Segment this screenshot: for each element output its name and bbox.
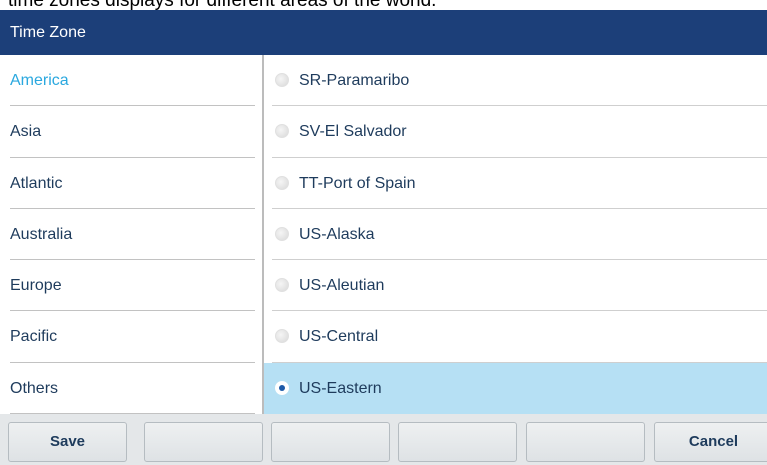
- region-item-australia[interactable]: Australia: [0, 209, 262, 261]
- timezone-label: SR-Paramaribo: [299, 72, 410, 89]
- timezone-label: US-Central: [299, 328, 379, 346]
- timezone-option-us-central[interactable]: US-Central: [264, 311, 767, 364]
- region-item-america[interactable]: America: [0, 55, 262, 107]
- radio-button[interactable]: [275, 73, 289, 87]
- save-button[interactable]: Save: [8, 422, 127, 462]
- softkey-2[interactable]: [144, 422, 263, 462]
- timezone-label: TT-Port of Spain: [299, 174, 416, 192]
- radio-button[interactable]: [275, 175, 289, 190]
- window-title: Time Zone: [10, 24, 86, 41]
- softkey-5[interactable]: [526, 422, 645, 462]
- timezone-option-us-aleutian[interactable]: US-Aleutian: [264, 260, 767, 312]
- region-item-label: Pacific: [10, 328, 58, 346]
- region-item-europe[interactable]: Europe: [0, 260, 262, 312]
- timezone-option-tt-port-of-spain[interactable]: TT-Port of Spain: [264, 158, 767, 210]
- timezone-label: US-Alaska: [299, 225, 375, 243]
- timezone-label: SV-El Salvador: [299, 123, 407, 141]
- timezone-option-us-eastern[interactable]: US-Eastern: [264, 362, 767, 415]
- timezone-option-sr-paramaribo[interactable]: SR-Paramaribo: [264, 55, 767, 107]
- timezone-label: US-Aleutian: [299, 277, 385, 295]
- softkey-3[interactable]: [271, 422, 390, 462]
- cancel-button[interactable]: Cancel: [654, 422, 767, 462]
- region-item-asia[interactable]: Asia: [0, 106, 262, 158]
- region-list: America Asia Atlantic Australia Europe P…: [0, 55, 262, 415]
- caption-text: time zones displays for different areas …: [8, 0, 437, 11]
- radio-button[interactable]: [275, 278, 289, 293]
- region-item-others[interactable]: Others: [0, 363, 262, 415]
- region-item-label: Others: [10, 379, 59, 397]
- radio-button[interactable]: [275, 124, 289, 139]
- timezone-option-us-alaska[interactable]: US-Alaska: [264, 209, 767, 261]
- region-item-label: America: [10, 72, 69, 89]
- region-item-atlantic[interactable]: Atlantic: [0, 158, 262, 210]
- radio-button[interactable]: [275, 226, 289, 241]
- region-item-label: Europe: [10, 277, 62, 295]
- softkey-bar: Save Cancel: [0, 414, 767, 465]
- radio-button[interactable]: [275, 329, 289, 344]
- timezone-list: SR-Paramaribo SV-El Salvador TT-Port of …: [264, 55, 767, 415]
- region-item-label: Australia: [10, 225, 73, 243]
- radio-button-selected[interactable]: [275, 380, 289, 395]
- softkey-4[interactable]: [398, 422, 517, 462]
- region-item-label: Atlantic: [10, 174, 63, 192]
- timezone-label: US-Eastern: [299, 379, 382, 397]
- region-item-label: Asia: [10, 123, 42, 141]
- region-item-pacific[interactable]: Pacific: [0, 311, 262, 364]
- timezone-option-sv-el-salvador[interactable]: SV-El Salvador: [264, 106, 767, 158]
- window-title-bar: Time Zone: [0, 10, 767, 55]
